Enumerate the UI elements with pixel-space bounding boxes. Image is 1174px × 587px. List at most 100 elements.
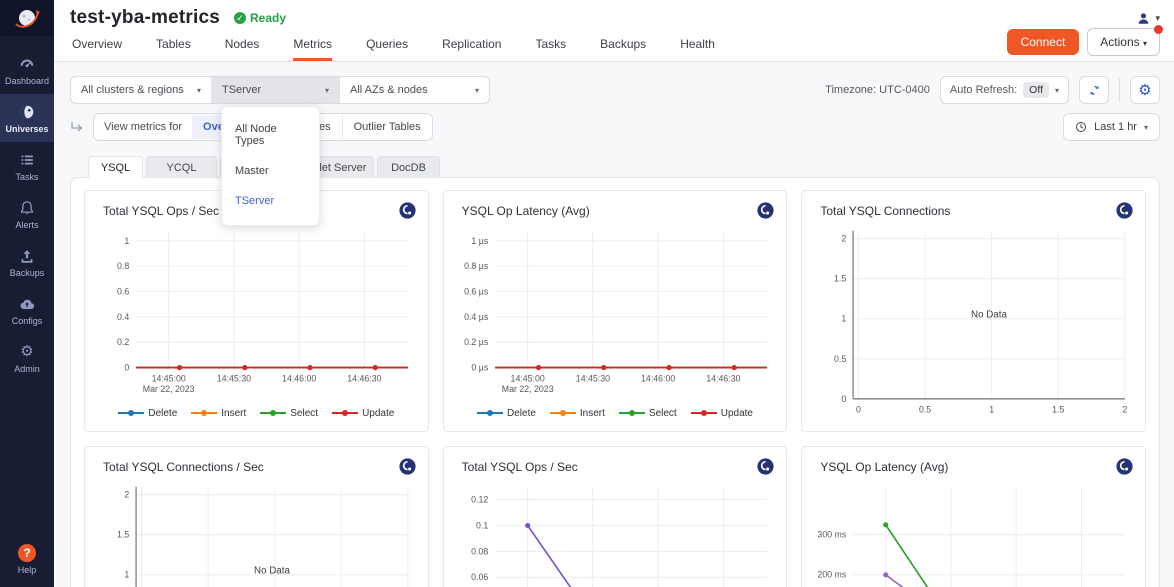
backups-upload-icon: [18, 247, 36, 265]
menu-item-all-node-types[interactable]: All Node Types: [222, 114, 319, 156]
sidebar-spacer: [0, 382, 54, 535]
svg-text:1.5: 1.5: [117, 530, 129, 540]
svg-text:1 µs: 1 µs: [471, 236, 488, 246]
tab-health[interactable]: Health: [680, 37, 715, 61]
settings-button[interactable]: ⚙: [1130, 76, 1160, 104]
yugabytedb-chart-icon: [1116, 458, 1133, 475]
tab-overview[interactable]: Overview: [72, 37, 122, 61]
yugabytedb-chart-icon: [399, 458, 416, 475]
scope-select-group: All clusters & regions ▾ TServer ▾ All A…: [70, 76, 490, 104]
svg-text:0.4: 0.4: [117, 312, 129, 322]
tab-backups[interactable]: Backups: [600, 37, 646, 61]
timezone-label: Timezone: UTC-0400: [825, 84, 930, 96]
metrics-content: All clusters & regions ▾ TServer ▾ All A…: [54, 62, 1174, 587]
view-option-outlier-tables[interactable]: Outlier Tables: [342, 115, 432, 139]
svg-text:1.5: 1.5: [834, 274, 846, 284]
user-menu-caret-icon[interactable]: ▾: [1155, 13, 1160, 24]
svg-text:0: 0: [856, 405, 861, 415]
chart-plot: 14:45:00Mar 22, 202314:45:3014:46:0014:4…: [95, 219, 418, 407]
legend-line-icon: [332, 409, 358, 417]
page-title: test-yba-metrics: [70, 7, 220, 29]
chart-title: Total YSQL Ops / Sec: [462, 460, 578, 474]
refresh-icon: [1088, 84, 1101, 97]
tasks-list-icon: [18, 151, 36, 169]
no-data-label: No Data: [254, 566, 290, 577]
chart-plot: 14:45:00Mar 22, 202314:45:3014:46:0014:4…: [454, 219, 777, 407]
legend-item[interactable]: Select: [619, 408, 677, 419]
tab-nodes[interactable]: Nodes: [225, 37, 260, 61]
svg-text:1: 1: [842, 314, 847, 324]
tab-tables[interactable]: Tables: [156, 37, 191, 61]
sidebar-item-universes[interactable]: Universes: [0, 94, 54, 142]
azs-nodes-select[interactable]: All AZs & nodes ▾: [339, 77, 489, 103]
sidebar-item-alerts[interactable]: Alerts: [0, 190, 54, 238]
sidebar-item-label: Tasks: [15, 172, 38, 182]
app-window: Dashboard Universes Tasks Alerts: [0, 0, 1174, 587]
legend-item[interactable]: Insert: [191, 408, 246, 419]
legend-item[interactable]: Delete: [477, 408, 536, 419]
divider: [1119, 78, 1120, 102]
legend-item[interactable]: Update: [332, 408, 394, 419]
chevron-down-icon: ▾: [197, 86, 201, 95]
actions-button[interactable]: Actions ▾: [1087, 28, 1160, 56]
svg-text:2: 2: [842, 234, 847, 244]
svg-text:0.1: 0.1: [476, 521, 488, 531]
svg-text:Mar 22, 2023: Mar 22, 2023: [501, 384, 553, 394]
legend-item[interactable]: Insert: [550, 408, 605, 419]
sidebar-item-dashboard[interactable]: Dashboard: [0, 46, 54, 94]
sidebar-item-backups[interactable]: Backups: [0, 238, 54, 286]
auto-refresh-control[interactable]: Auto Refresh: Off ▾: [940, 76, 1069, 104]
clusters-regions-select[interactable]: All clusters & regions ▾: [71, 77, 211, 103]
metric-tab-ycql[interactable]: YCQL: [146, 156, 217, 178]
sidebar-item-help[interactable]: ? Help: [0, 535, 54, 587]
legend-line-icon: [118, 409, 144, 417]
user-avatar-icon[interactable]: [1136, 11, 1151, 26]
legend-item[interactable]: Select: [260, 408, 318, 419]
svg-text:14:46:00: 14:46:00: [641, 373, 675, 383]
sidebar-item-label: Configs: [12, 316, 43, 326]
metric-tab-docdb[interactable]: DocDB: [377, 156, 440, 178]
filter-bar: All clusters & regions ▾ TServer ▾ All A…: [70, 76, 1160, 104]
chevron-down-icon: ▾: [1144, 123, 1148, 132]
svg-text:1.5: 1.5: [1052, 405, 1064, 415]
svg-text:0.08: 0.08: [471, 547, 488, 557]
svg-text:0.8 µs: 0.8 µs: [464, 261, 489, 271]
legend-line-icon: [191, 409, 217, 417]
sidebar-item-label: Admin: [14, 364, 40, 374]
legend-item[interactable]: Update: [691, 408, 753, 419]
yugabyte-logo-icon[interactable]: [0, 0, 54, 36]
legend-item[interactable]: Delete: [118, 408, 177, 419]
connect-button[interactable]: Connect: [1007, 29, 1080, 55]
tab-queries[interactable]: Queries: [366, 37, 408, 61]
menu-item-master[interactable]: Master: [222, 156, 319, 186]
menu-item-tserver[interactable]: TServer: [222, 186, 319, 216]
chart-card: Total YSQL Ops / Sec0.060.080.10.12: [443, 446, 788, 587]
tab-tasks[interactable]: Tasks: [535, 37, 566, 61]
sidebar-item-tasks[interactable]: Tasks: [0, 142, 54, 190]
time-range-button[interactable]: Last 1 hr ▾: [1063, 113, 1160, 141]
chart-title: Total YSQL Ops / Sec: [103, 204, 219, 218]
svg-text:14:45:00: 14:45:00: [152, 373, 186, 383]
sidebar-item-label: Backups: [10, 268, 45, 278]
chart-plot: 00.511.5200.511.52No Data: [812, 219, 1135, 422]
universe-nav: Overview Tables Nodes Metrics Queries Re…: [54, 29, 1174, 62]
node-type-select[interactable]: TServer ▾: [211, 77, 339, 103]
sidebar-item-admin[interactable]: ⚙ Admin: [0, 334, 54, 382]
status-badge: ✓ Ready: [234, 11, 286, 25]
svg-text:200 ms: 200 ms: [818, 570, 847, 580]
svg-text:2: 2: [124, 490, 129, 500]
metric-tab-ysql[interactable]: YSQL: [88, 156, 143, 178]
check-icon: ✓: [234, 12, 246, 24]
tab-replication[interactable]: Replication: [442, 37, 501, 61]
chevron-down-icon: ▾: [325, 86, 329, 95]
chart-plot: 200 ms300 ms: [812, 475, 1135, 587]
refresh-button[interactable]: [1079, 76, 1109, 104]
chart-title: Total YSQL Connections / Sec: [103, 460, 264, 474]
svg-text:14:45:30: 14:45:30: [575, 373, 609, 383]
tab-metrics[interactable]: Metrics: [293, 37, 332, 61]
sidebar-item-configs[interactable]: Configs: [0, 286, 54, 334]
sidebar: Dashboard Universes Tasks Alerts: [0, 0, 54, 587]
svg-text:14:45:30: 14:45:30: [217, 373, 251, 383]
alerts-bell-icon: [18, 199, 36, 217]
chart-plot: 00.511.5200.511.52No Data: [95, 475, 418, 587]
